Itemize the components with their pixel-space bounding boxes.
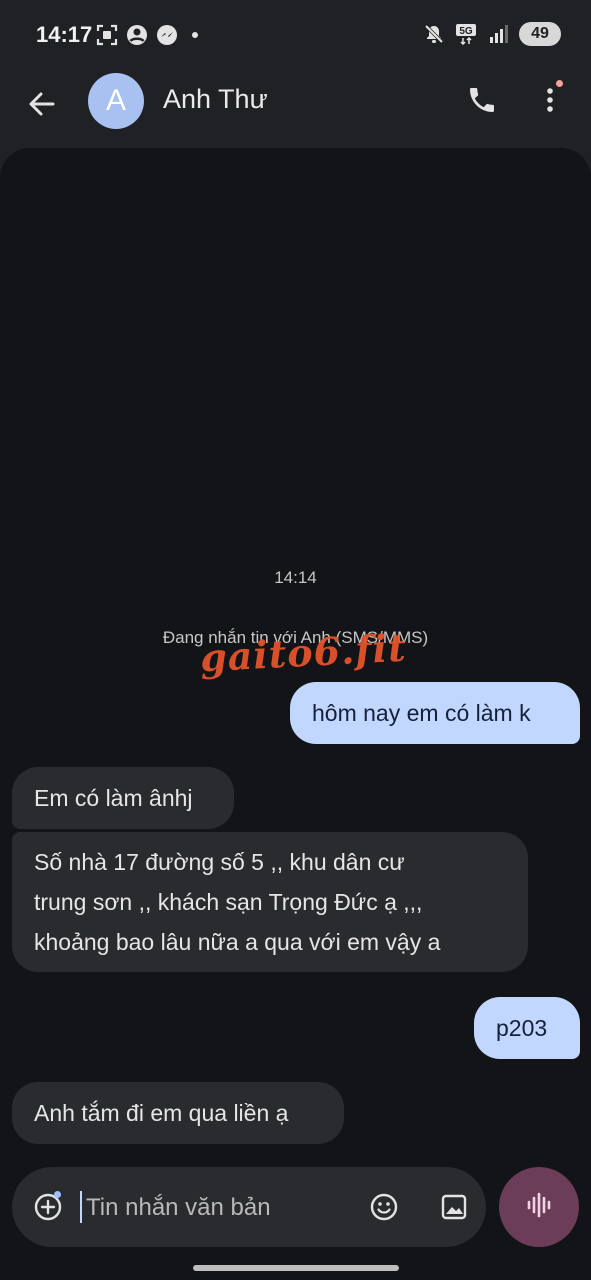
incoming-message[interactable]: Số nhà 17 đường số 5 ,, khu dân cư trung… [12,832,528,972]
incoming-message[interactable]: Anh tắm đi em qua liền ạ [12,1082,344,1144]
network-type-label: 5G [459,26,473,37]
status-system-icons: 5G 49 [423,22,561,46]
incoming-message[interactable]: Em có làm ânhj [12,767,234,829]
more-notifications-dot [192,32,198,38]
message-timestamp: 14:14 [274,568,317,587]
status-bar: 14:17 5G 49 [0,0,591,70]
message-line: Số nhà 17 đường số 5 ,, khu dân cư [34,849,405,875]
status-notification-icons [96,24,198,46]
mute-icon [423,23,445,45]
gesture-nav-bar[interactable] [193,1265,399,1271]
phone-call-icon[interactable] [466,84,498,116]
message-input[interactable] [84,1185,358,1231]
signal-icon [487,23,509,45]
outgoing-message[interactable]: hôm nay em có làm k [290,682,580,744]
notification-badge [556,80,563,87]
message-line: trung sơn ,, khách sạn Trọng Đức ạ ,,, [34,889,423,915]
text-cursor [80,1191,82,1223]
5g-icon: 5G [455,23,477,45]
back-arrow-icon[interactable] [24,86,60,122]
message-line: khoảng bao lâu nữa a qua với em vậy a [34,929,441,955]
attachment-badge [54,1191,61,1198]
face-icon [126,24,148,46]
contact-avatar[interactable]: A [88,73,144,129]
voice-waveform-icon [523,1189,555,1226]
status-time: 14:17 [36,22,93,47]
voice-message-button[interactable] [499,1167,579,1247]
battery-indicator: 49 [519,22,561,46]
app-bar: A Anh Thư [0,70,591,148]
gallery-icon[interactable] [438,1191,470,1223]
emoji-icon[interactable] [368,1191,400,1223]
message-composer [12,1167,486,1247]
messenger-icon [156,24,178,46]
outgoing-message[interactable]: p203 [474,997,580,1059]
screenshot-icon [96,24,118,46]
contact-name[interactable]: Anh Thư [163,84,268,115]
more-options-icon[interactable] [538,84,562,116]
